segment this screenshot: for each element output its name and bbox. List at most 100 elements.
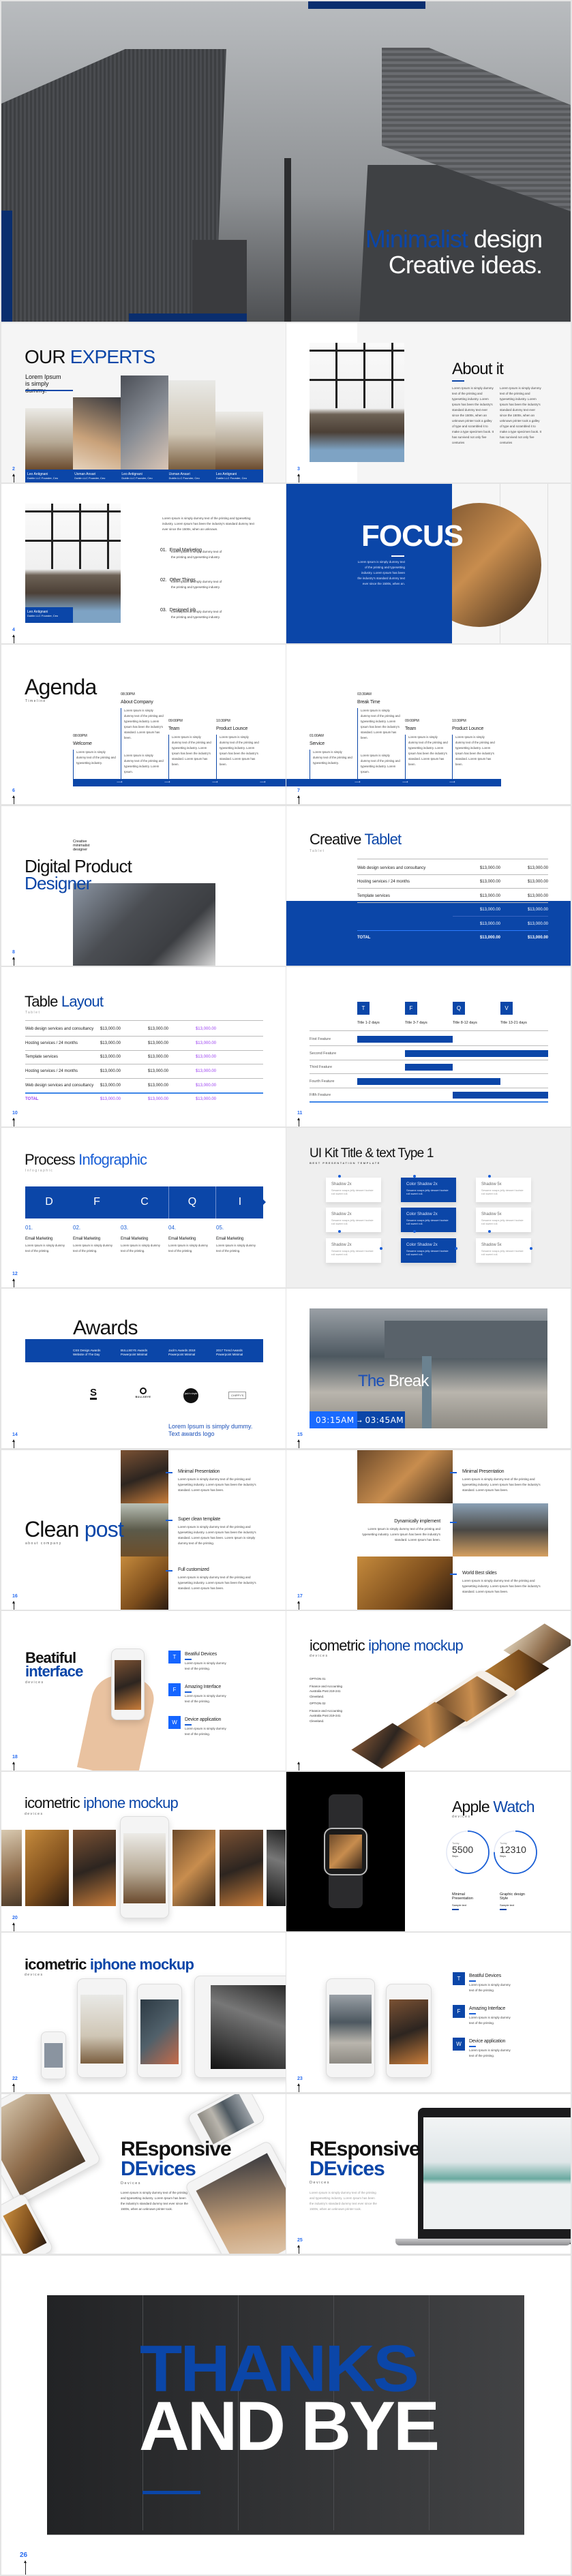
photo [267, 1830, 286, 1906]
arrow-right-icon: ⟶ [164, 780, 170, 784]
slide-break: The Break 03:15AM → 03:45AM 15 [286, 1289, 571, 1448]
gantt-bar [357, 1036, 453, 1043]
slide-title: icometric iphone mockup [25, 1794, 179, 1811]
dash [185, 1659, 192, 1660]
page-number: 11 [297, 1111, 303, 1116]
process-letter: I [238, 1196, 242, 1208]
arrow-right-icon: ⟶ [449, 780, 455, 784]
arrow-right-icon: ⟶ [260, 780, 266, 784]
table-cell: $13,000.00 [147, 1027, 168, 1031]
event-time: 08:00PM [73, 734, 87, 738]
slide-title-accent: interface [25, 1663, 83, 1680]
feature-title: Device application [185, 1717, 222, 1722]
table-cell: $13,000.00 [147, 1041, 168, 1045]
member-label: Leo Antignani Dublin LLC Founder, Ceo [25, 607, 73, 623]
dash [469, 1980, 476, 1982]
process-letter: F [93, 1196, 100, 1208]
table-cell: Hosting services / 24 months [25, 1069, 78, 1073]
responsive-text: Lorem Ipsum is simply dummy text of the … [310, 2191, 377, 2211]
phone-mockup [120, 1816, 169, 1918]
event-label: Service [310, 741, 325, 746]
slide-responsive-devices: REsponsive DEvices Devices Lorem Ipsum i… [1, 2094, 286, 2254]
table-line [25, 1036, 263, 1037]
kicker: Creative minimalist designer [73, 840, 90, 852]
accent-bar-left [1, 211, 12, 322]
step-number: 05. [216, 1225, 224, 1231]
page-number: 3 [297, 467, 300, 472]
hero-accent-word: Minimalist [365, 225, 468, 253]
event-text: Lorem Ipsum is simply dummy text of the … [313, 750, 352, 765]
card-title: Color Shadow 2x [406, 1182, 438, 1186]
focus-title: FOCUS [361, 519, 464, 553]
card-title: Shadow 2x [331, 1212, 352, 1216]
accent-bar-top [308, 1, 425, 9]
table-cell: Web design services and consultancy [357, 866, 426, 870]
slide-isometric-mockup: icometric iphone mockup devices OPTION 0… [286, 1611, 571, 1770]
table-cell: $13,000.00 [479, 936, 500, 940]
slide-subtitle: Devices [310, 2181, 331, 2185]
table-line [25, 1078, 263, 1079]
building-mid [192, 240, 247, 322]
slide-title: Agenda [25, 675, 97, 699]
feature-icon: W [168, 1716, 181, 1729]
thanks-title: THANKS [140, 2331, 419, 2406]
slide-device-lineup: icometric iphone mockup devices 22 [1, 1933, 286, 2092]
service-text: Lorem Ipsum is simply dummy text of the … [171, 550, 222, 559]
desk-photo [73, 883, 215, 966]
slide-table-layout: Table Layout Tablet Web design services … [1, 967, 286, 1126]
ui-card: Shadow 2x Sesame snaps jelly dessert toot… [326, 1208, 381, 1232]
card-title: Shadow 5x [481, 1182, 502, 1186]
event-text: Lorem Ipsum is simply dummy text of the … [76, 750, 116, 765]
table-cell: $13,000.00 [100, 1069, 121, 1073]
event-text: Lorem Ipsum is simply dummy text of the … [361, 709, 400, 739]
page-number: 7 [297, 788, 300, 793]
event-text: Lorem Ipsum is simply dummy text of the … [220, 735, 259, 766]
option-list: OPTION 01 Finance and Accounting Australi… [310, 1677, 343, 1723]
card-title: Shadow 2x [331, 1182, 352, 1186]
page-number: 15 [297, 1432, 303, 1437]
underline [142, 2491, 200, 2494]
step-number: 04. [168, 1225, 177, 1231]
slide-subtitle: devices [25, 1973, 44, 1977]
table-line [357, 874, 548, 875]
slide-subtitle: devices [310, 1654, 329, 1658]
slide-title: Process Infographic [25, 1151, 147, 1168]
feature-text: Lorem Ipsum is simply dummy text of the … [469, 1983, 511, 1992]
slide-subtitle: devices [25, 1681, 44, 1685]
event-time: 03:30AM [357, 692, 372, 696]
arrow-right-icon: ⟶ [355, 780, 361, 784]
phone-mockup [137, 1984, 182, 2078]
award-item: 2017 Trend Awards Powerpoint Minimal [216, 1349, 243, 1356]
page-number: 14 [12, 1432, 18, 1437]
page-number: 23 [297, 2076, 303, 2081]
item-text: Lorem Ipsum is simply dummy text of the … [362, 1527, 440, 1542]
table-cell: TOTAL [25, 1097, 39, 1101]
slide-our-experts: OUR EXPERTS Lorem Ipsum is simply dummy.… [1, 323, 286, 482]
logo-jacks: jack's vinyls [183, 1388, 198, 1403]
card-title: Color Shadow 2x [406, 1243, 438, 1247]
slide-subtitle: Timeline [25, 699, 46, 703]
card-text: Sesame snaps jelly dessert tootsie roll … [481, 1189, 524, 1195]
ui-card: Shadow 5x Sesame snaps jelly dessert toot… [476, 1238, 531, 1263]
award-item: Jack's Awards 2018 Powerpoint Minimal [168, 1349, 196, 1356]
gantt-bar [453, 1092, 548, 1099]
column-marker: Q [453, 1002, 465, 1015]
event-text: Lorem Ipsum is simply dummy text of the … [172, 735, 211, 766]
slide-gantt: T Title 1-2 days F Title 3-7 days Q Title 8-1… [286, 967, 571, 1126]
stat: Today 12310 Steps [500, 1841, 526, 1858]
connector-dot [380, 1247, 382, 1250]
time-range: 03:15AM → 03:45AM [316, 1415, 404, 1425]
photo [121, 1450, 168, 1503]
dash [166, 1520, 172, 1521]
table-cell: $13,000.00 [195, 1097, 216, 1101]
photo [121, 1503, 168, 1557]
slide-services: Leo Antignani Dublin LLC Founder, Ceo Lor… [1, 484, 286, 643]
slide-subtitle: devices [452, 1815, 471, 1819]
feature-icon: F [453, 2005, 465, 2018]
slide-responsive-laptop: REsponsive DEvices Devices Lorem Ipsum i… [286, 2094, 571, 2254]
event-label: Team [405, 726, 417, 731]
table-cell: $13,000.00 [527, 866, 548, 870]
table-cell: $13,000.00 [195, 1055, 216, 1059]
table-cell: $13,000.00 [100, 1041, 121, 1045]
feature-label: Second Feature [310, 1051, 337, 1056]
